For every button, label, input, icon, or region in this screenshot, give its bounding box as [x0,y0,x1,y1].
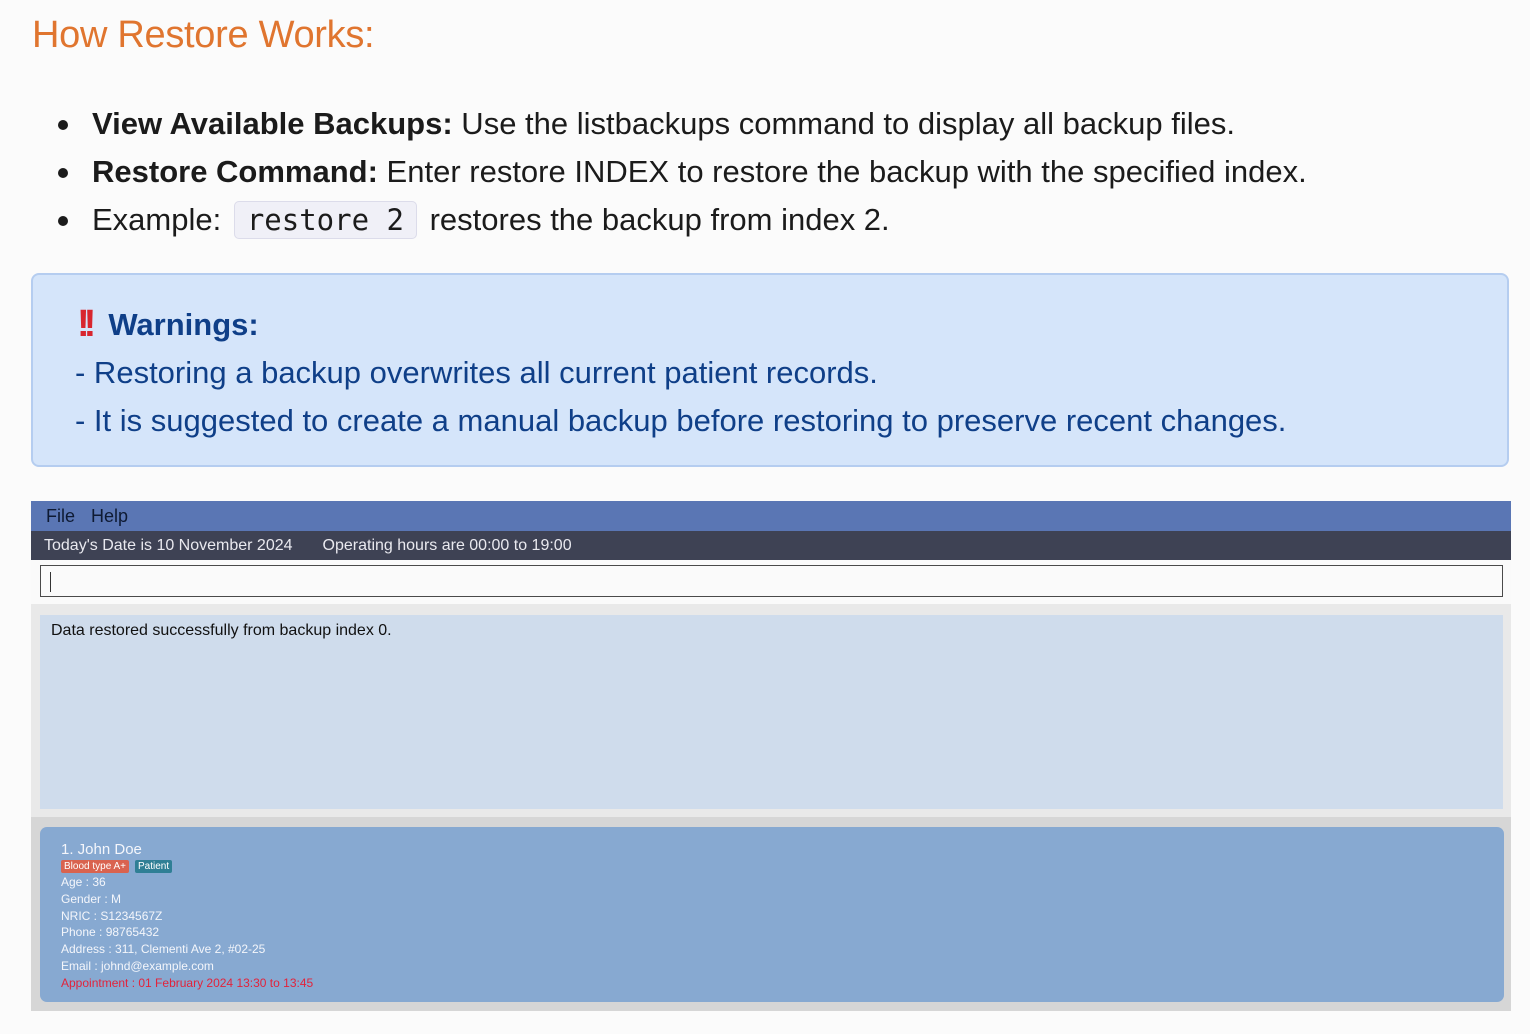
warning-title: !! Warnings: [77,303,259,346]
list-item: Example: restore 2 restores the backup f… [56,196,1307,244]
list-item: Restore Command: Enter restore INDEX to … [56,148,1307,196]
patient-appointment: Appointment : 01 February 2024 13:30 to … [61,975,314,990]
status-bar: Today's Date is 10 November 2024 Operati… [31,531,1511,560]
example-code: restore 2 [233,201,417,239]
result-message: Data restored successfully from backup i… [51,622,392,639]
patient-gender: Gender : M [61,891,122,906]
command-box [31,560,1511,604]
step-prefix: Example: [92,202,230,237]
section-heading: How Restore Works: [32,14,375,56]
patient-address: Address : 311, Clementi Ave 2, #02-25 [61,942,266,957]
patient-tags: Blood type A+ Patient [61,860,1483,873]
patient-phone: Phone : 98765432 [61,925,160,940]
step-label: View Available Backups: [92,106,453,141]
patient-nric: NRIC : S1234567Z [61,908,163,923]
app-window: File Help Today's Date is 10 November 20… [31,501,1511,1011]
step-text: restores the backup from index 2. [420,202,890,237]
text-caret [50,572,51,592]
warning-line: - It is suggested to create a manual bac… [75,403,1287,438]
warning-line: - Restoring a backup overwrites all curr… [75,355,878,390]
restore-steps-list: View Available Backups: Use the listback… [56,100,1307,244]
patient-card[interactable]: 1. John Doe Blood type A+ Patient Age : … [40,827,1504,1002]
menu-help[interactable]: Help [91,506,128,527]
step-text: Enter restore INDEX to restore the backu… [377,154,1307,189]
double-exclamation-icon: !! [77,303,96,345]
command-input[interactable] [40,565,1503,597]
menu-file[interactable]: File [46,506,75,527]
list-item: View Available Backups: Use the listback… [56,100,1307,148]
tag-patient: Patient [135,860,173,873]
tag-blood-type: Blood type A+ [61,860,129,873]
patient-name: 1. John Doe [61,841,142,858]
patient-age: Age : 36 [61,875,106,889]
step-text: Use the listbackups command to display a… [452,106,1235,141]
warning-title-text: Warnings: [108,306,259,342]
step-label: Restore Command: [92,154,378,189]
patient-email: Email : johnd@example.com [61,958,214,973]
result-display: Data restored successfully from backup i… [40,615,1503,809]
patient-list[interactable]: 1. John Doe Blood type A+ Patient Age : … [31,817,1511,1011]
menu-bar: File Help [31,501,1511,531]
operating-hours: Operating hours are 00:00 to 19:00 [322,536,572,554]
todays-date: Today's Date is 10 November 2024 [44,536,293,554]
warning-callout: !! Warnings: - Restoring a backup overwr… [31,273,1509,467]
